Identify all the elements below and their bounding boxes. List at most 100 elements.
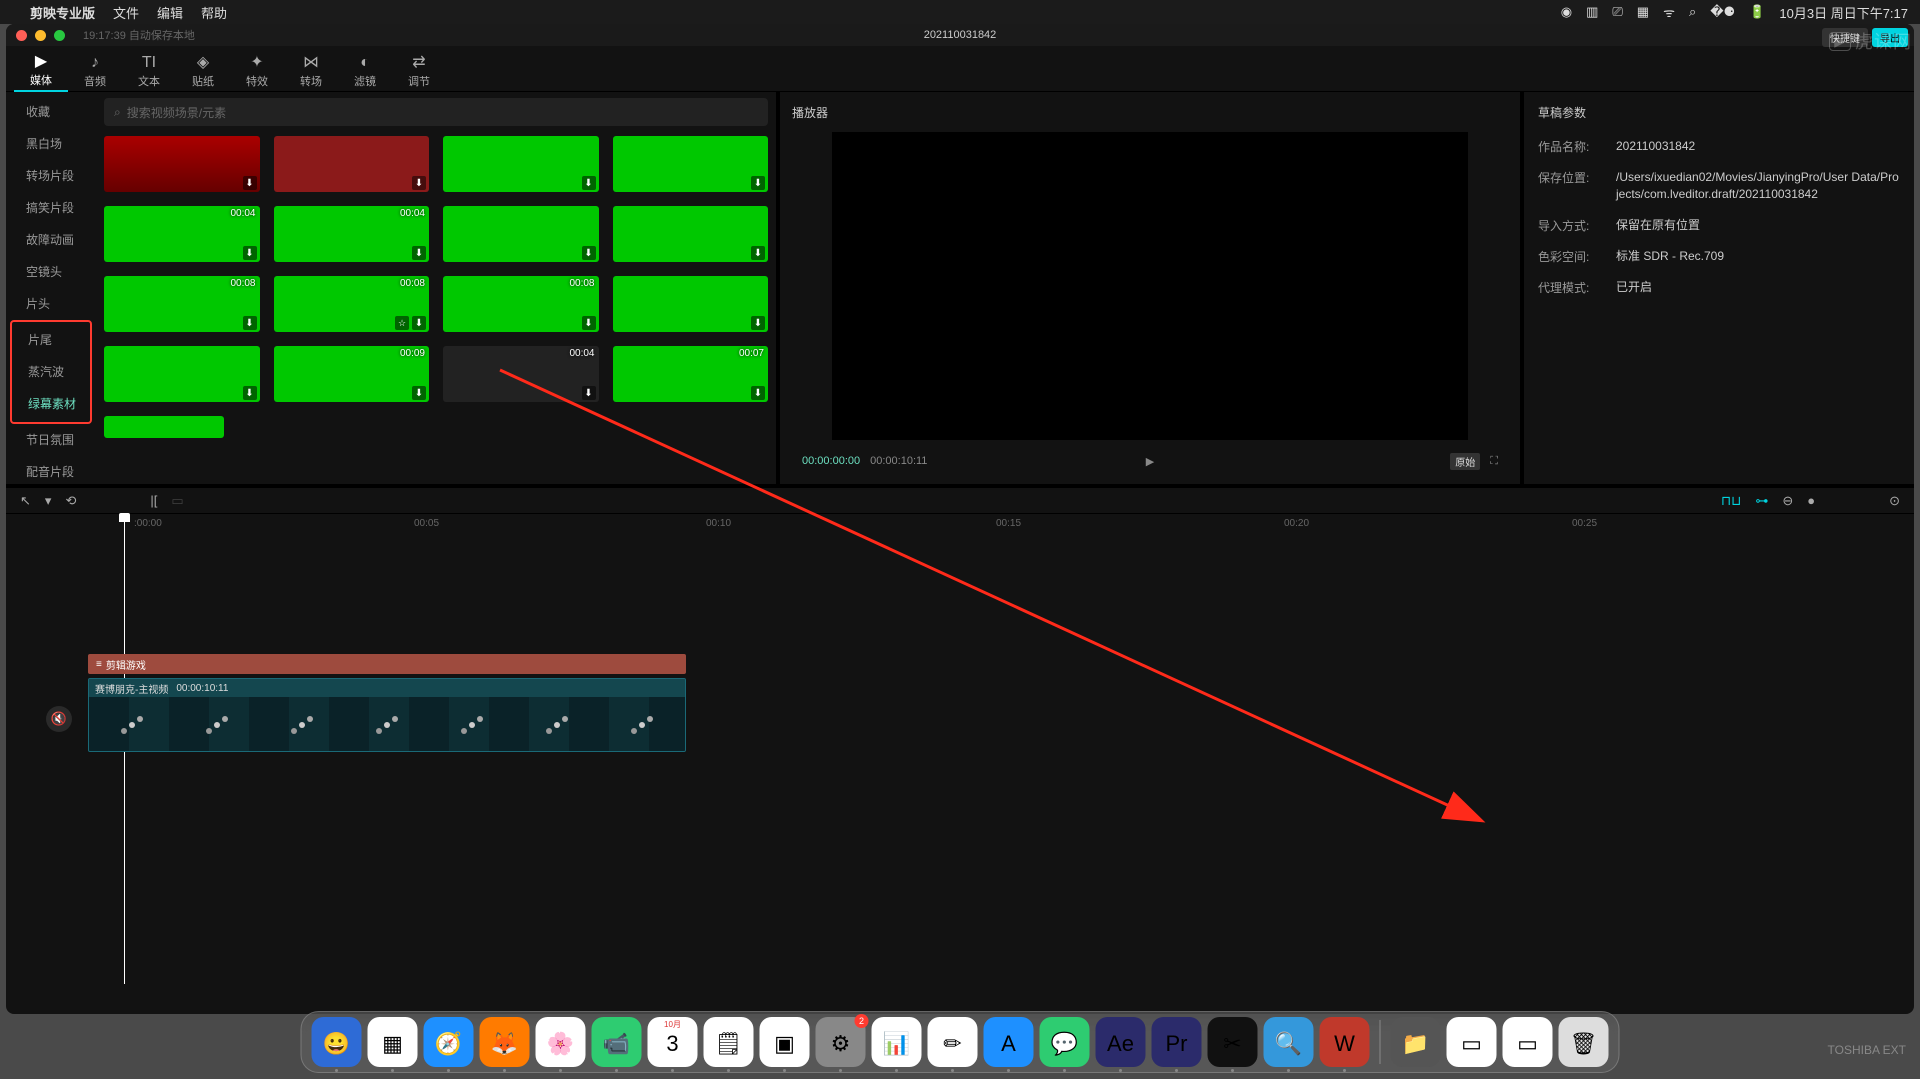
tab-媒体[interactable]: ▶媒体 (14, 52, 68, 92)
split-tool-icon[interactable]: |[ (150, 493, 157, 508)
download-icon[interactable]: ⬇ (582, 246, 596, 260)
timeline-ruler[interactable]: :00:0000:0500:1000:1500:2000:25 (6, 514, 1914, 536)
media-thumbnail[interactable]: ⬇ (613, 206, 769, 262)
dock-app[interactable]: 💬 (1040, 1017, 1090, 1067)
subtitle-track-clip[interactable]: ≡ 剪辑游戏 (88, 654, 686, 674)
download-icon[interactable]: ⬇ (582, 386, 596, 400)
sidebar-item[interactable]: 收藏 (12, 96, 90, 126)
zoom-slider[interactable]: ● (1807, 493, 1815, 509)
tab-调节[interactable]: ⇄调节 (392, 52, 446, 92)
download-icon[interactable]: ⬇ (751, 246, 765, 260)
dock-app[interactable]: W (1320, 1017, 1370, 1067)
sidebar-item[interactable]: 蒸汽波 (14, 356, 88, 386)
download-icon[interactable]: ⬇ (582, 176, 596, 190)
wifi-icon[interactable]: ᯤ (1663, 3, 1675, 21)
zoom-fit-icon[interactable]: ⊙ (1889, 493, 1900, 509)
status-icon[interactable]: ◉ (1561, 4, 1572, 20)
battery-icon[interactable]: 🔋 (1749, 4, 1765, 20)
close-button[interactable] (16, 30, 27, 41)
fullscreen-icon[interactable]: ⛶ (1490, 455, 1498, 468)
status-icon[interactable]: ▦ (1637, 4, 1649, 20)
dock-app[interactable]: 🦊 (480, 1017, 530, 1067)
tab-滤镜[interactable]: ◐滤镜 (338, 52, 392, 92)
media-thumbnail[interactable]: 00:08⬇ (104, 276, 260, 332)
sidebar-item[interactable]: 转场片段 (12, 160, 90, 190)
timeline[interactable]: :00:0000:0500:1000:1500:2000:25 🔇 ≡ 剪辑游戏… (6, 514, 1914, 984)
media-thumbnail[interactable]: ⬇ (443, 206, 599, 262)
dock-app[interactable]: 📹 (592, 1017, 642, 1067)
dock-app[interactable]: A (984, 1017, 1034, 1067)
export-button[interactable]: 导出 (1872, 28, 1908, 47)
spotlight-icon[interactable]: ⌕ (1689, 4, 1696, 20)
dock-app[interactable]: 🔍 (1264, 1017, 1314, 1067)
link-icon[interactable]: ⊶ (1755, 493, 1768, 509)
media-thumbnail[interactable]: 00:07⬇ (613, 346, 769, 402)
dock-app[interactable]: ▣ (760, 1017, 810, 1067)
download-icon[interactable]: ⬇ (243, 386, 257, 400)
dock-app[interactable]: 🗒 (704, 1017, 754, 1067)
shortcuts-button[interactable]: 快捷键 (1822, 28, 1868, 47)
search-input[interactable]: ⌕ 搜索视频场景/元素 (104, 98, 768, 126)
menu-edit[interactable]: 编辑 (157, 3, 183, 22)
download-icon[interactable]: ⬇ (412, 386, 426, 400)
sidebar-item[interactable]: 片头 (12, 288, 90, 318)
media-thumbnail[interactable]: 00:04⬇ (104, 206, 260, 262)
ratio-badge[interactable]: 原始 (1450, 453, 1480, 470)
sidebar-item[interactable]: 搞笑片段 (12, 192, 90, 222)
download-icon[interactable]: ⬇ (582, 316, 596, 330)
dock-app[interactable]: 🗑 (1559, 1017, 1609, 1067)
download-icon[interactable]: ⬇ (243, 176, 257, 190)
menu-file[interactable]: 文件 (113, 3, 139, 22)
download-icon[interactable]: ⬇ (751, 386, 765, 400)
sidebar-item[interactable]: 配音片段 (12, 456, 90, 486)
dock-app[interactable]: 📁 (1391, 1017, 1441, 1067)
download-icon[interactable]: ⬇ (412, 316, 426, 330)
control-center-icon[interactable]: �⚈ (1710, 4, 1735, 20)
menu-help[interactable]: 帮助 (201, 3, 227, 22)
tab-音频[interactable]: ♪音频 (68, 52, 122, 92)
favorite-icon[interactable]: ☆ (395, 316, 409, 330)
tool-dropdown-icon[interactable]: ▾ (45, 493, 52, 509)
dock-app[interactable]: 😀 (312, 1017, 362, 1067)
media-thumbnail[interactable]: 00:04⬇ (274, 206, 430, 262)
dock-app[interactable]: 🌸 (536, 1017, 586, 1067)
dock-app[interactable]: Pr (1152, 1017, 1202, 1067)
status-icon[interactable]: ▥ (1586, 4, 1598, 20)
tab-文本[interactable]: TI文本 (122, 52, 176, 92)
sidebar-item[interactable]: 空镜头 (12, 256, 90, 286)
download-icon[interactable]: ⬇ (243, 316, 257, 330)
dock-app[interactable]: 📊 (872, 1017, 922, 1067)
sidebar-item[interactable]: 绿幕素材 (14, 388, 88, 418)
zoom-out-icon[interactable]: ⊖ (1782, 493, 1793, 509)
dock-app[interactable]: ▭ (1447, 1017, 1497, 1067)
sidebar-item[interactable]: 黑白场 (12, 128, 90, 158)
dock-app[interactable]: 310月 (648, 1017, 698, 1067)
dock-app[interactable]: Ae (1096, 1017, 1146, 1067)
download-icon[interactable]: ⬇ (412, 176, 426, 190)
media-thumbnail[interactable]: 00:04⬇ (443, 346, 599, 402)
dock-app[interactable]: 🧭 (424, 1017, 474, 1067)
download-icon[interactable]: ⬇ (412, 246, 426, 260)
tab-贴纸[interactable]: ◈贴纸 (176, 52, 230, 92)
dock-app[interactable]: ✏ (928, 1017, 978, 1067)
dock-app[interactable]: ⚙2 (816, 1017, 866, 1067)
sidebar-item[interactable]: 故障动画 (12, 224, 90, 254)
download-icon[interactable]: ⬇ (243, 246, 257, 260)
download-icon[interactable]: ⬇ (751, 176, 765, 190)
media-thumbnail[interactable]: ⬇ (613, 136, 769, 192)
play-button[interactable]: ▶ (1146, 455, 1154, 468)
dock-app[interactable]: ✂ (1208, 1017, 1258, 1067)
sidebar-item[interactable]: 片尾 (14, 324, 88, 354)
maximize-button[interactable] (54, 30, 65, 41)
sidebar-item[interactable]: 节日氛围 (12, 424, 90, 454)
media-thumbnail[interactable]: ⬇ (443, 136, 599, 192)
select-tool-icon[interactable]: ↖ (20, 493, 31, 509)
media-thumbnail[interactable]: ⬇ (104, 346, 260, 402)
dock-app[interactable]: ▭ (1503, 1017, 1553, 1067)
media-thumbnail[interactable]: 00:09⬇ (274, 346, 430, 402)
media-thumbnail[interactable]: ⬇ (274, 136, 430, 192)
video-track-clip[interactable]: 赛博朋克-主视频 00:00:10:11 (88, 678, 686, 752)
media-thumbnail[interactable]: 00:08☆⬇ (274, 276, 430, 332)
tab-转场[interactable]: ⋈转场 (284, 52, 338, 92)
menubar-datetime[interactable]: 10月3日 周日下午7:17 (1779, 3, 1908, 22)
